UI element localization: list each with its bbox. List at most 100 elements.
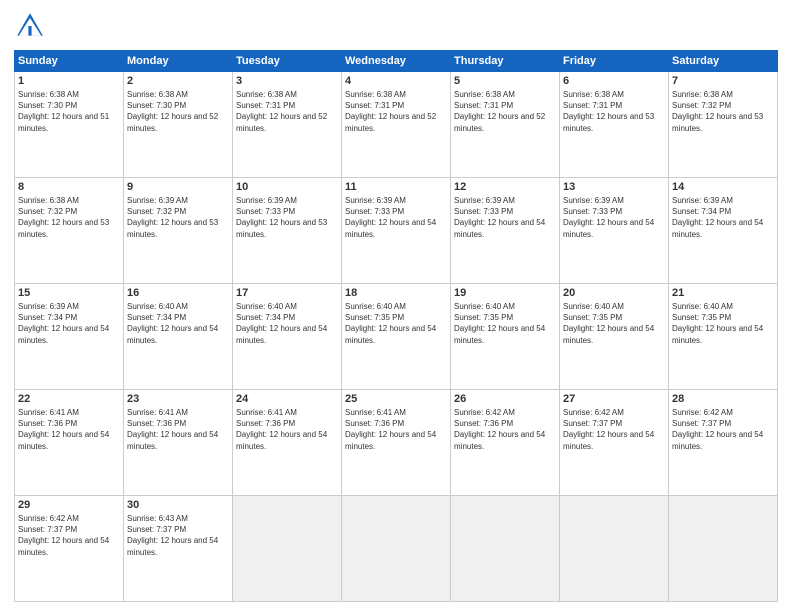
day-info: Sunrise: 6:42 AMSunset: 7:37 PMDaylight:… — [18, 514, 109, 557]
calendar-day-7: 7 Sunrise: 6:38 AMSunset: 7:32 PMDaylight… — [669, 72, 778, 178]
logo — [14, 10, 50, 42]
day-number: 20 — [563, 287, 665, 299]
calendar-day-12: 12Sunrise: 6:39 AMSunset: 7:33 PMDayligh… — [451, 178, 560, 284]
day-number: 17 — [236, 287, 338, 299]
calendar-day-15: 15 Sunrise: 6:39 AMSunset: 7:34 PMDayligh… — [15, 284, 124, 390]
calendar-day-4: 4 Sunrise: 6:38 AMSunset: 7:31 PMDaylight… — [342, 72, 451, 178]
day-number: 24 — [236, 393, 338, 405]
day-info: Sunrise: 6:42 AMSunset: 7:37 PMDaylight:… — [672, 408, 763, 451]
day-info: Sunrise: 6:42 AMSunset: 7:36 PMDaylight:… — [454, 408, 545, 451]
day-info: Sunrise: 6:38 AMSunset: 7:31 PMDaylight:… — [563, 90, 654, 133]
day-number: 2 — [127, 75, 229, 87]
calendar-day-2: 2 Sunrise: 6:38 AMSunset: 7:30 PMDaylight… — [124, 72, 233, 178]
day-info: Sunrise: 6:42 AMSunset: 7:37 PMDaylight:… — [563, 408, 654, 451]
day-info: Sunrise: 6:39 AMSunset: 7:34 PMDaylight:… — [18, 302, 109, 345]
calendar-day-3: 3Sunrise: 6:38 AMSunset: 7:31 PMDaylight… — [233, 72, 342, 178]
calendar-day-27: 27 Sunrise: 6:42 AMSunset: 7:37 PMDayligh… — [560, 390, 669, 496]
calendar-day-17: 17 Sunrise: 6:40 AMSunset: 7:34 PMDayligh… — [233, 284, 342, 390]
day-number: 25 — [345, 393, 447, 405]
day-header-saturday: Saturday — [669, 51, 778, 72]
day-info: Sunrise: 6:39 AMSunset: 7:32 PMDaylight:… — [127, 196, 218, 239]
calendar-day-11: 11 Sunrise: 6:39 AMSunset: 7:33 PMDayligh… — [342, 178, 451, 284]
day-info: Sunrise: 6:43 AMSunset: 7:37 PMDaylight:… — [127, 514, 218, 557]
day-info: Sunrise: 6:39 AMSunset: 7:34 PMDaylight:… — [672, 196, 763, 239]
calendar-week-4: 22 Sunrise: 6:41 AMSunset: 7:36 PMDayligh… — [15, 390, 778, 496]
day-info: Sunrise: 6:40 AMSunset: 7:35 PMDaylight:… — [454, 302, 545, 345]
day-header-tuesday: Tuesday — [233, 51, 342, 72]
day-info: Sunrise: 6:40 AMSunset: 7:34 PMDaylight:… — [236, 302, 327, 345]
calendar-day-29: 29 Sunrise: 6:42 AMSunset: 7:37 PMDayligh… — [15, 496, 124, 602]
day-info: Sunrise: 6:39 AMSunset: 7:33 PMDaylight:… — [563, 196, 654, 239]
day-number: 29 — [18, 499, 120, 511]
day-info: Sunrise: 6:38 AMSunset: 7:31 PMDaylight:… — [345, 90, 436, 133]
day-number: 30 — [127, 499, 229, 511]
calendar-day-23: 23Sunrise: 6:41 AMSunset: 7:36 PMDayligh… — [124, 390, 233, 496]
header — [14, 10, 778, 42]
day-info: Sunrise: 6:39 AMSunset: 7:33 PMDaylight:… — [345, 196, 436, 239]
calendar-day-30: 30 Sunrise: 6:43 AMSunset: 7:37 PMDayligh… — [124, 496, 233, 602]
day-info: Sunrise: 6:38 AMSunset: 7:30 PMDaylight:… — [127, 90, 218, 133]
day-info: Sunrise: 6:39 AMSunset: 7:33 PMDaylight:… — [236, 196, 327, 239]
day-info: Sunrise: 6:40 AMSunset: 7:35 PMDaylight:… — [563, 302, 654, 345]
day-info: Sunrise: 6:38 AMSunset: 7:30 PMDaylight:… — [18, 90, 109, 133]
calendar-day-13: 13 Sunrise: 6:39 AMSunset: 7:33 PMDayligh… — [560, 178, 669, 284]
day-number: 5 — [454, 75, 556, 87]
calendar-day-22: 22 Sunrise: 6:41 AMSunset: 7:36 PMDayligh… — [15, 390, 124, 496]
calendar-day-10: 10 Sunrise: 6:39 AMSunset: 7:33 PMDayligh… — [233, 178, 342, 284]
day-info: Sunrise: 6:38 AMSunset: 7:32 PMDaylight:… — [18, 196, 109, 239]
day-info: Sunrise: 6:41 AMSunset: 7:36 PMDaylight:… — [236, 408, 327, 451]
day-info: Sunrise: 6:41 AMSunset: 7:36 PMDaylight:… — [345, 408, 436, 451]
day-header-friday: Friday — [560, 51, 669, 72]
calendar-day-6: 6Sunrise: 6:38 AMSunset: 7:31 PMDaylight… — [560, 72, 669, 178]
day-info: Sunrise: 6:40 AMSunset: 7:35 PMDaylight:… — [672, 302, 763, 345]
calendar-day-19: 19 Sunrise: 6:40 AMSunset: 7:35 PMDayligh… — [451, 284, 560, 390]
day-info: Sunrise: 6:41 AMSunset: 7:36 PMDaylight:… — [18, 408, 109, 451]
day-number: 26 — [454, 393, 556, 405]
day-number: 9 — [127, 181, 229, 193]
calendar-week-2: 8 Sunrise: 6:38 AMSunset: 7:32 PMDaylight… — [15, 178, 778, 284]
calendar-day-9: 9 Sunrise: 6:39 AMSunset: 7:32 PMDaylight… — [124, 178, 233, 284]
empty-cell — [342, 496, 451, 602]
day-number: 4 — [345, 75, 447, 87]
calendar-week-5: 29 Sunrise: 6:42 AMSunset: 7:37 PMDayligh… — [15, 496, 778, 602]
day-number: 8 — [18, 181, 120, 193]
day-number: 28 — [672, 393, 774, 405]
day-header-wednesday: Wednesday — [342, 51, 451, 72]
day-number: 13 — [563, 181, 665, 193]
day-info: Sunrise: 6:38 AMSunset: 7:31 PMDaylight:… — [236, 90, 327, 133]
day-number: 19 — [454, 287, 556, 299]
calendar-day-1: 1 Sunrise: 6:38 AMSunset: 7:30 PMDaylight… — [15, 72, 124, 178]
day-number: 18 — [345, 287, 447, 299]
day-number: 14 — [672, 181, 774, 193]
day-header-thursday: Thursday — [451, 51, 560, 72]
calendar-week-3: 15 Sunrise: 6:39 AMSunset: 7:34 PMDayligh… — [15, 284, 778, 390]
day-info: Sunrise: 6:40 AMSunset: 7:34 PMDaylight:… — [127, 302, 218, 345]
day-number: 10 — [236, 181, 338, 193]
day-number: 11 — [345, 181, 447, 193]
day-number: 22 — [18, 393, 120, 405]
calendar-day-28: 28 Sunrise: 6:42 AMSunset: 7:37 PMDayligh… — [669, 390, 778, 496]
calendar-day-24: 24 Sunrise: 6:41 AMSunset: 7:36 PMDayligh… — [233, 390, 342, 496]
calendar-table: SundayMondayTuesdayWednesdayThursdayFrid… — [14, 50, 778, 602]
day-number: 16 — [127, 287, 229, 299]
calendar-day-8: 8 Sunrise: 6:38 AMSunset: 7:32 PMDaylight… — [15, 178, 124, 284]
empty-cell — [451, 496, 560, 602]
day-header-monday: Monday — [124, 51, 233, 72]
day-header-sunday: Sunday — [15, 51, 124, 72]
day-number: 15 — [18, 287, 120, 299]
day-info: Sunrise: 6:38 AMSunset: 7:32 PMDaylight:… — [672, 90, 763, 133]
day-number: 21 — [672, 287, 774, 299]
day-info: Sunrise: 6:38 AMSunset: 7:31 PMDaylight:… — [454, 90, 545, 133]
logo-icon — [14, 10, 46, 42]
calendar-day-14: 14 Sunrise: 6:39 AMSunset: 7:34 PMDayligh… — [669, 178, 778, 284]
page: SundayMondayTuesdayWednesdayThursdayFrid… — [0, 0, 792, 612]
calendar-day-20: 20 Sunrise: 6:40 AMSunset: 7:35 PMDayligh… — [560, 284, 669, 390]
calendar-week-1: 1 Sunrise: 6:38 AMSunset: 7:30 PMDaylight… — [15, 72, 778, 178]
day-number: 1 — [18, 75, 120, 87]
day-number: 7 — [672, 75, 774, 87]
empty-cell — [669, 496, 778, 602]
calendar-day-21: 21 Sunrise: 6:40 AMSunset: 7:35 PMDayligh… — [669, 284, 778, 390]
day-number: 27 — [563, 393, 665, 405]
calendar-day-16: 16 Sunrise: 6:40 AMSunset: 7:34 PMDayligh… — [124, 284, 233, 390]
day-info: Sunrise: 6:41 AMSunset: 7:36 PMDaylight:… — [127, 408, 218, 451]
